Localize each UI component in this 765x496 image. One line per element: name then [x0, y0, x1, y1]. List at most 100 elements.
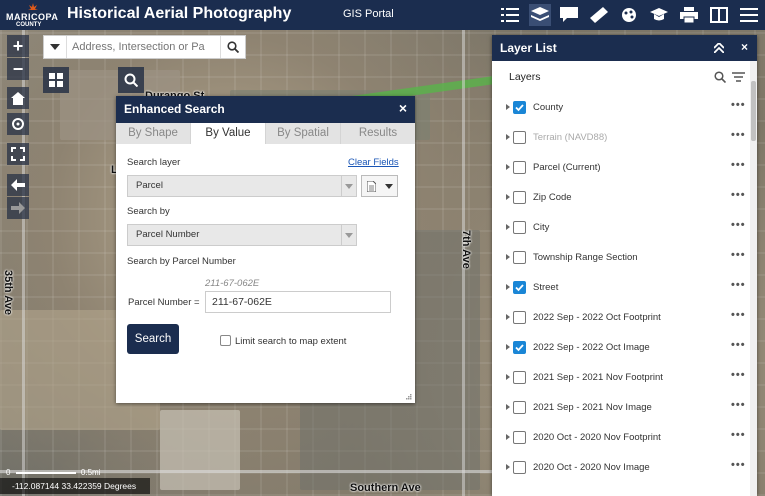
menu-icon[interactable] — [738, 4, 760, 26]
parcel-number-input[interactable]: 211-67-062E — [205, 291, 391, 313]
search-by-heading: Search by Parcel Number — [127, 256, 236, 267]
gis-portal-link[interactable]: GIS Portal — [343, 8, 394, 20]
layer-options-icon[interactable]: ••• — [731, 279, 746, 291]
expand-caret-icon[interactable] — [506, 434, 510, 440]
locate-button[interactable] — [7, 113, 29, 135]
list-icon[interactable] — [499, 4, 521, 26]
layer-visibility-checkbox[interactable] — [513, 191, 526, 204]
layer-item[interactable]: Township Range Section ••• — [492, 243, 750, 273]
layer-visibility-checkbox[interactable] — [513, 131, 526, 144]
layer-options-icon[interactable]: ••• — [731, 249, 746, 261]
chat-icon[interactable] — [558, 4, 580, 26]
search-input[interactable] — [72, 39, 222, 55]
layer-item[interactable]: Zip Code ••• — [492, 183, 750, 213]
layer-visibility-checkbox[interactable] — [513, 431, 526, 444]
expand-caret-icon[interactable] — [506, 254, 510, 260]
scrollbar[interactable] — [750, 61, 757, 496]
layer-visibility-checkbox[interactable] — [513, 461, 526, 474]
expand-caret-icon[interactable] — [506, 134, 510, 140]
search-by-select[interactable]: Parcel Number — [127, 224, 357, 246]
layer-options-icon[interactable]: ••• — [731, 159, 746, 171]
layer-item[interactable]: County ••• — [492, 93, 750, 123]
layer-item[interactable]: 2020 Oct - 2020 Nov Footprint ••• — [492, 423, 750, 453]
search-icon[interactable] — [714, 71, 726, 83]
layer-options-icon[interactable]: ••• — [731, 99, 746, 111]
layer-item[interactable]: 2020 Oct - 2020 Nov Image ••• — [492, 453, 750, 483]
collapse-icon[interactable] — [714, 43, 724, 53]
zoom-in-button[interactable]: + — [7, 35, 29, 57]
filter-icon[interactable] — [732, 72, 745, 83]
layer-visibility-checkbox[interactable] — [513, 371, 526, 384]
next-extent-button[interactable] — [7, 197, 29, 219]
layer-visibility-checkbox[interactable] — [513, 101, 526, 114]
expand-caret-icon[interactable] — [506, 344, 510, 350]
layer-item[interactable]: 2021 Sep - 2021 Nov Footprint ••• — [492, 363, 750, 393]
expand-caret-icon[interactable] — [506, 464, 510, 470]
layer-name: 2021 Sep - 2021 Nov Image — [533, 402, 652, 413]
print-icon[interactable] — [678, 4, 700, 26]
layer-item[interactable]: Parcel (Current) ••• — [492, 153, 750, 183]
close-icon[interactable]: × — [741, 40, 748, 54]
layer-item[interactable]: Terrain (NAVD88) ••• — [492, 123, 750, 153]
palette-icon[interactable] — [618, 4, 640, 26]
layer-visibility-checkbox[interactable] — [513, 341, 526, 354]
close-icon[interactable]: × — [399, 100, 407, 116]
tab-results[interactable]: Results — [341, 123, 415, 144]
expand-caret-icon[interactable] — [506, 104, 510, 110]
limit-extent-label: Limit search to map extent — [235, 336, 347, 347]
resize-handle-icon[interactable] — [406, 394, 412, 400]
expand-caret-icon[interactable] — [506, 314, 510, 320]
expand-caret-icon[interactable] — [506, 194, 510, 200]
layer-options-icon[interactable]: ••• — [731, 399, 746, 411]
layer-options-icon[interactable]: ••• — [731, 129, 746, 141]
layer-item[interactable]: Street ••• — [492, 273, 750, 303]
layer-visibility-checkbox[interactable] — [513, 401, 526, 414]
layers-icon[interactable] — [529, 4, 551, 26]
previous-extent-button[interactable] — [7, 174, 29, 196]
measure-icon[interactable] — [588, 4, 610, 26]
layer-item[interactable]: City ••• — [492, 213, 750, 243]
layer-options-icon[interactable]: ••• — [731, 459, 746, 471]
limit-extent-checkbox[interactable] — [220, 335, 231, 346]
tab-by-spatial[interactable]: By Spatial — [266, 123, 341, 144]
layer-name: 2020 Oct - 2020 Nov Footprint — [533, 432, 661, 443]
basemap-gallery-button[interactable] — [43, 67, 69, 93]
layer-options-button[interactable] — [361, 175, 398, 197]
expand-caret-icon[interactable] — [506, 164, 510, 170]
layer-visibility-checkbox[interactable] — [513, 161, 526, 174]
layer-item[interactable]: 2021 Sep - 2021 Nov Image ••• — [492, 393, 750, 423]
source-dropdown[interactable] — [44, 36, 67, 58]
layer-options-icon[interactable]: ••• — [731, 369, 746, 381]
search-layer-value: Parcel — [136, 180, 163, 191]
expand-caret-icon[interactable] — [506, 284, 510, 290]
layer-options-icon[interactable]: ••• — [731, 339, 746, 351]
expand-caret-icon[interactable] — [506, 374, 510, 380]
tab-by-shape[interactable]: By Shape — [116, 123, 191, 144]
layer-options-icon[interactable]: ••• — [731, 189, 746, 201]
layer-visibility-checkbox[interactable] — [513, 221, 526, 234]
layer-options-icon[interactable]: ••• — [731, 429, 746, 441]
layer-options-icon[interactable]: ••• — [731, 219, 746, 231]
expand-caret-icon[interactable] — [506, 404, 510, 410]
layer-visibility-checkbox[interactable] — [513, 281, 526, 294]
search-layer-select[interactable]: Parcel — [127, 175, 357, 197]
enhanced-search-button[interactable] — [118, 67, 144, 93]
search-button[interactable] — [220, 36, 245, 58]
home-button[interactable] — [7, 87, 29, 109]
layer-visibility-checkbox[interactable] — [513, 251, 526, 264]
layer-item[interactable]: 2022 Sep - 2022 Oct Footprint ••• — [492, 303, 750, 333]
layer-item[interactable]: 2022 Sep - 2022 Oct Image ••• — [492, 333, 750, 363]
scrollbar-thumb[interactable] — [751, 81, 756, 141]
layer-visibility-checkbox[interactable] — [513, 311, 526, 324]
search-button[interactable]: Search — [127, 324, 179, 354]
compare-icon[interactable] — [708, 4, 730, 26]
tab-by-value[interactable]: By Value — [191, 123, 266, 144]
fullscreen-button[interactable] — [7, 143, 29, 165]
education-icon[interactable] — [648, 4, 670, 26]
expand-caret-icon[interactable] — [506, 224, 510, 230]
layer-name: Zip Code — [533, 192, 572, 203]
zoom-out-button[interactable]: − — [7, 58, 29, 80]
clear-fields-link[interactable]: Clear Fields — [348, 157, 399, 168]
layer-name: 2021 Sep - 2021 Nov Footprint — [533, 372, 663, 383]
layer-options-icon[interactable]: ••• — [731, 309, 746, 321]
